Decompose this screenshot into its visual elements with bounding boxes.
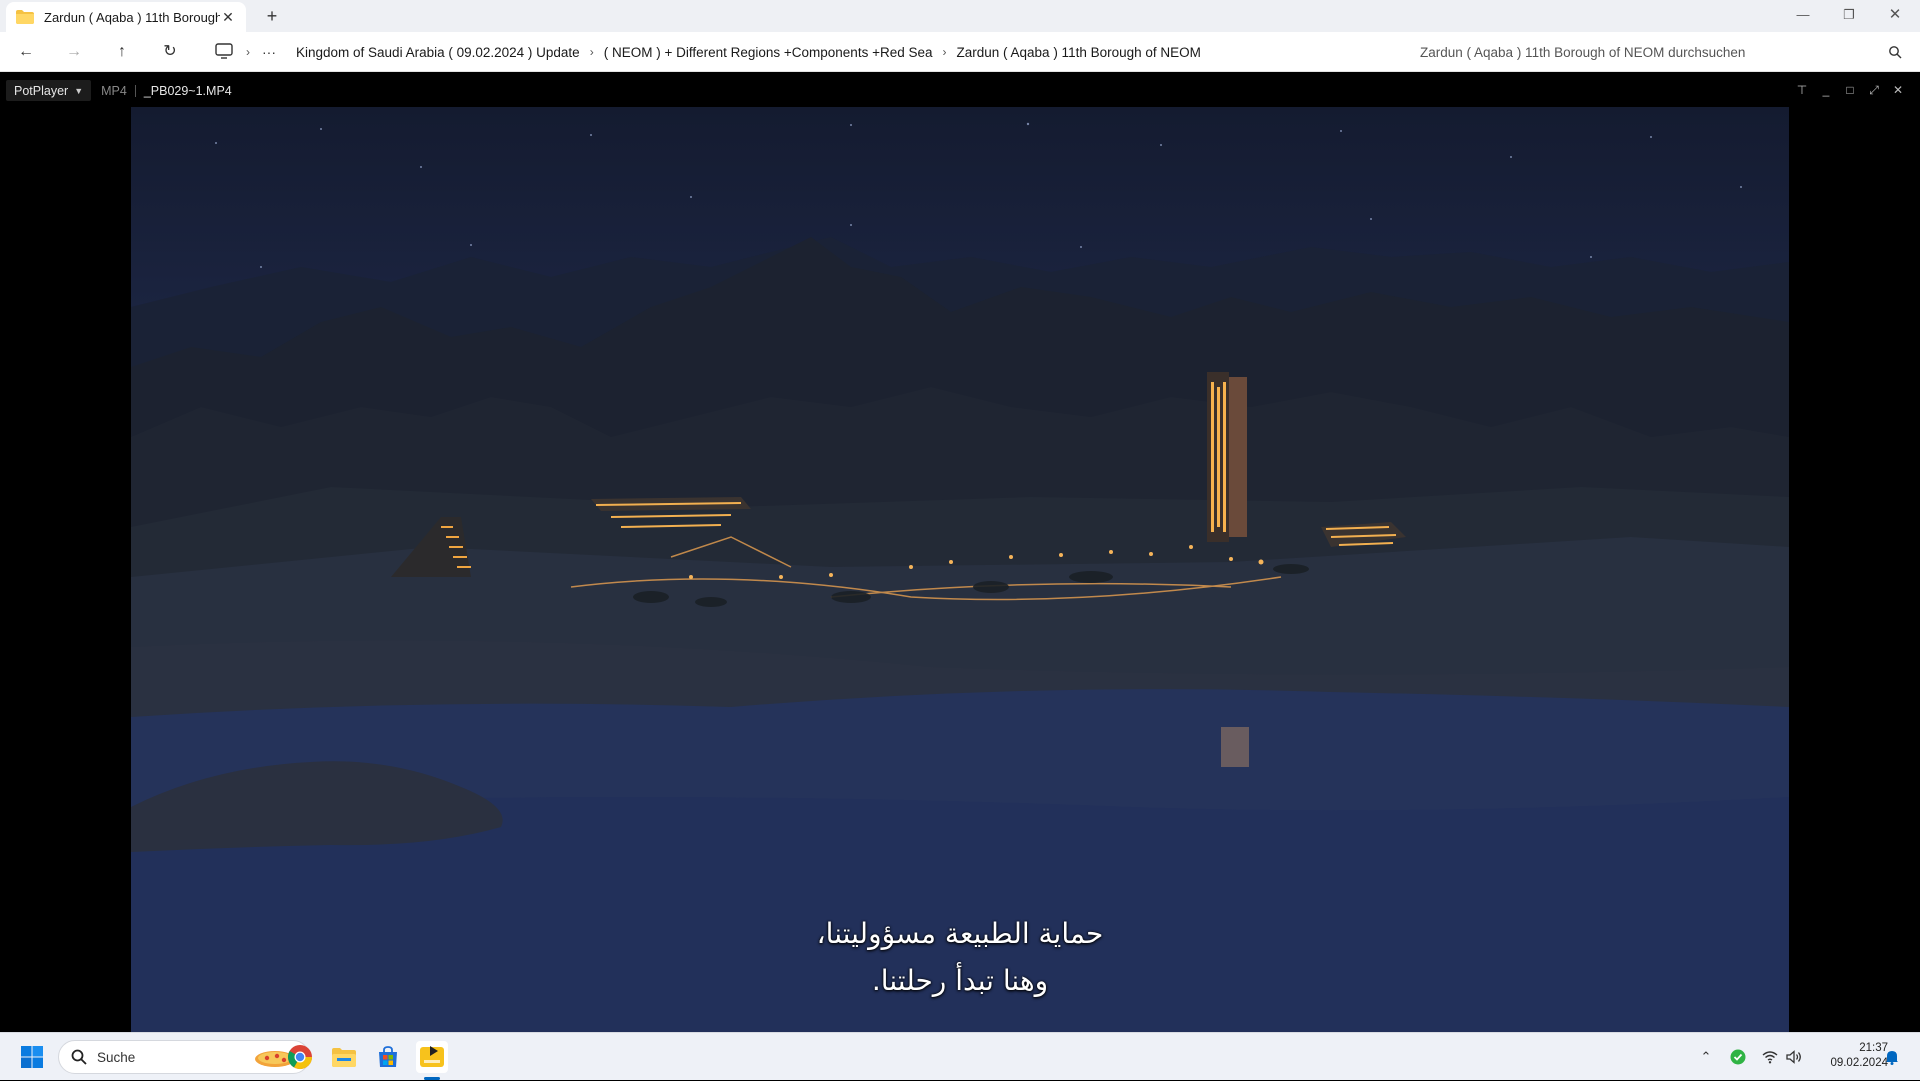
breadcrumb-item[interactable]: ( NEOM ) + Different Regions +Components… <box>604 45 933 60</box>
microsoft-store-icon <box>379 1046 397 1067</box>
breadcrumb-item[interactable]: Zardun ( Aqaba ) 11th Borough of NEOM <box>957 45 1201 60</box>
speaker-icon <box>1786 1050 1801 1064</box>
forward-button[interactable]: → <box>60 40 88 64</box>
wifi-icon <box>1762 1051 1778 1064</box>
bell-icon <box>1886 1051 1898 1065</box>
system-clock[interactable]: 21:37 09.02.2024 <box>1808 1041 1888 1071</box>
explorer-tab[interactable]: Zardun ( Aqaba ) 11th Borough of NEOM ✕ <box>6 2 246 32</box>
potplayer-title-bar: PotPlayer ▼ MP4 _PB029~1.MP4 ⊤ _ □ ⤢ ✕ <box>0 77 1920 104</box>
chrome-icon <box>287 1045 312 1070</box>
media-filename: _PB029~1.MP4 <box>143 83 232 98</box>
chevron-down-icon: ▼ <box>74 85 84 96</box>
folder-search-box[interactable]: Zardun ( Aqaba ) 11th Borough of NEOM du… <box>1408 36 1914 68</box>
close-window-button[interactable]: ✕ <box>1872 0 1918 30</box>
potplayer-app-button[interactable] <box>416 1041 448 1073</box>
refresh-button[interactable]: ↻ <box>156 40 184 64</box>
microsoft-store-app-button[interactable] <box>372 1041 404 1073</box>
taskbar-search-label: Suche <box>97 1049 136 1065</box>
player-minimize-button[interactable]: _ <box>1814 77 1838 104</box>
taskbar-search-box[interactable]: Suche <box>58 1040 310 1074</box>
restore-button[interactable]: ❐ <box>1826 0 1872 30</box>
divider <box>134 84 136 97</box>
show-hidden-icons-button[interactable]: ⌃ <box>1694 1033 1718 1081</box>
chrome-app-button[interactable] <box>284 1041 316 1073</box>
clock-time: 21:37 <box>1859 1042 1888 1054</box>
subtitle-line-1: حماية الطبيعة مسؤوليتنا، <box>816 917 1104 950</box>
tab-title: Zardun ( Aqaba ) 11th Borough of NEOM <box>44 9 220 25</box>
player-maximize-button[interactable]: □ <box>1838 77 1862 104</box>
minimize-button[interactable]: — <box>1780 0 1826 30</box>
folder-search-placeholder: Zardun ( Aqaba ) 11th Borough of NEOM du… <box>1420 44 1746 60</box>
potplayer-menu-button[interactable]: PotPlayer ▼ <box>6 80 92 101</box>
video-frame[interactable]: حماية الطبيعة مسؤوليتنا، وهنا تبدأ رحلتن… <box>131 107 1789 1032</box>
file-explorer-icon <box>332 1048 356 1067</box>
back-button[interactable]: ← <box>12 40 40 64</box>
start-button[interactable] <box>16 1041 48 1073</box>
new-tab-button[interactable]: + <box>262 6 282 26</box>
chevron-right-icon: › <box>246 45 250 59</box>
search-icon <box>71 1049 87 1065</box>
chevron-right-icon: › <box>589 45 594 59</box>
monitor-icon <box>215 43 233 59</box>
potplayer-brand-label: PotPlayer <box>14 83 69 98</box>
media-format-label: MP4 <box>101 83 127 98</box>
windows-logo-icon <box>21 1046 43 1068</box>
potplayer-icon <box>420 1046 444 1067</box>
pin-icon[interactable]: ⊤ <box>1790 77 1814 104</box>
explorer-tab-strip: Zardun ( Aqaba ) 11th Borough of NEOM ✕ … <box>0 0 1920 32</box>
notifications-button[interactable] <box>1880 1033 1904 1081</box>
file-explorer-app-button[interactable] <box>328 1041 360 1073</box>
breadcrumb-item[interactable]: Kingdom of Saudi Arabia ( 09.02.2024 ) U… <box>296 45 580 60</box>
taskbar: Suche ⌃ 21:37 09.02.2024 <box>0 1032 1920 1080</box>
security-tray-button[interactable] <box>1726 1033 1750 1081</box>
more-crumbs-button[interactable]: ··· <box>262 44 276 60</box>
up-button[interactable]: ↑ <box>108 40 136 64</box>
explorer-navigation-bar: ← → ↑ ↻ › ··· Kingdom of Saudi Arabia ( … <box>0 32 1920 72</box>
clock-date: 09.02.2024 <box>1830 1057 1888 1069</box>
close-tab-icon[interactable]: ✕ <box>220 9 236 26</box>
search-icon <box>1889 46 1902 59</box>
video-scene <box>131 122 1789 1032</box>
address-bar[interactable]: › ··· Kingdom of Saudi Arabia ( 09.02.20… <box>202 36 1400 68</box>
player-fullscreen-button[interactable]: ⤢ <box>1862 77 1886 104</box>
subtitle-line-2: وهنا تبدأ رحلتنا. <box>871 964 1049 997</box>
folder-icon <box>16 10 34 24</box>
chevron-right-icon: › <box>942 45 947 59</box>
player-close-button[interactable]: ✕ <box>1886 77 1910 104</box>
network-tray-button[interactable] <box>1758 1033 1782 1081</box>
shield-check-icon <box>1730 1049 1746 1065</box>
volume-tray-button[interactable] <box>1782 1033 1806 1081</box>
